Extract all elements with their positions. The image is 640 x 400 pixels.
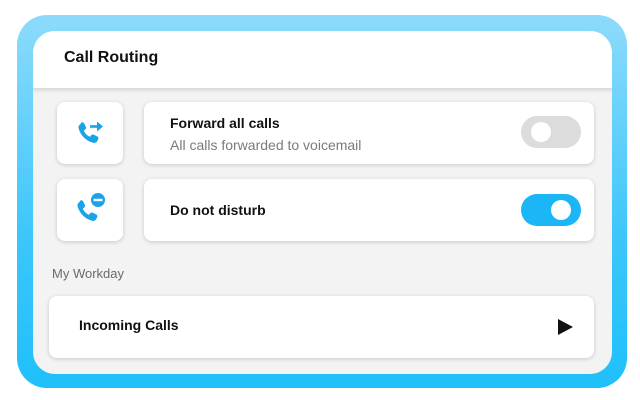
- call-routing-panel: Call Routing Forward all calls All calls…: [33, 31, 612, 374]
- call-dnd-icon: [77, 193, 105, 221]
- page-title: Call Routing: [64, 49, 159, 66]
- incoming-calls-row[interactable]: Incoming Calls: [49, 296, 594, 358]
- incoming-calls-label: Incoming Calls: [79, 317, 179, 333]
- dnd-icon-tile[interactable]: [57, 179, 123, 241]
- toggle-knob: [551, 200, 571, 220]
- section-label: My Workday: [52, 266, 124, 281]
- do-not-disturb-toggle[interactable]: [521, 194, 581, 226]
- forward-all-calls-title: Forward all calls: [170, 115, 280, 131]
- forward-all-calls-subtitle: All calls forwarded to voicemail: [170, 137, 362, 153]
- call-forward-icon: [78, 121, 103, 143]
- header: Call Routing: [33, 31, 612, 89]
- forward-all-calls-toggle[interactable]: [521, 116, 581, 148]
- toggle-knob: [531, 122, 551, 142]
- play-arrow-icon: [558, 319, 573, 335]
- do-not-disturb-title: Do not disturb: [170, 202, 266, 218]
- do-not-disturb-row: Do not disturb: [144, 179, 594, 241]
- forward-all-calls-row: Forward all calls All calls forwarded to…: [144, 102, 594, 164]
- forward-icon-tile[interactable]: [57, 102, 123, 164]
